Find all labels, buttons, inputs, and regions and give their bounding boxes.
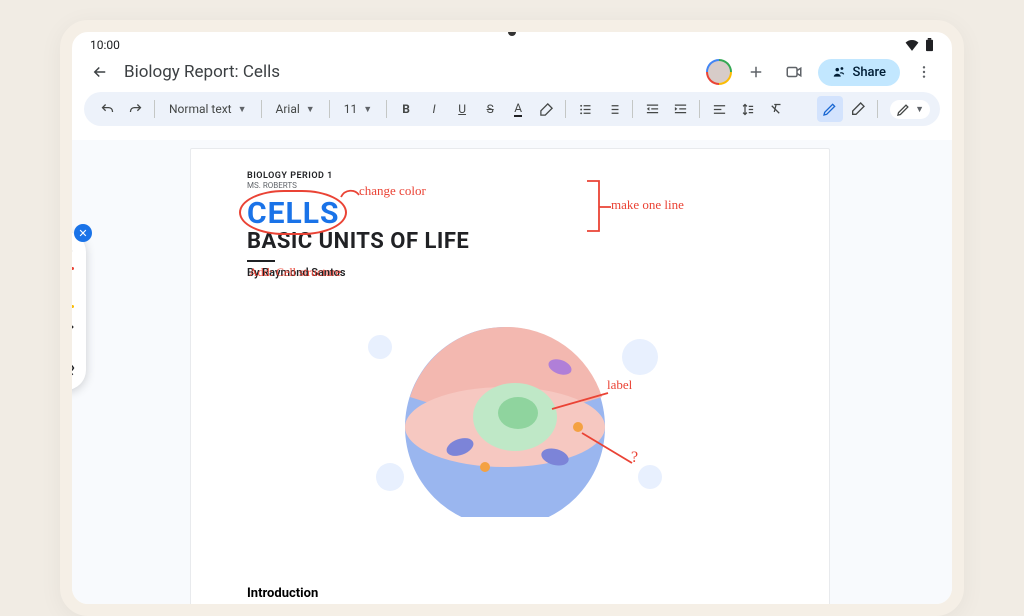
italic-button[interactable]: I	[421, 96, 447, 122]
back-button[interactable]	[86, 58, 114, 86]
underline-button[interactable]: U	[449, 96, 475, 122]
teacher-line: MS. ROBERTS	[247, 181, 773, 190]
pen-red-button[interactable]	[60, 242, 78, 266]
meet-icon[interactable]	[780, 58, 808, 86]
title-rule	[247, 260, 275, 262]
annotation-arrow-1	[339, 187, 361, 201]
strikethrough-button[interactable]: S	[477, 96, 503, 122]
annotation-make-one-line: make one line	[611, 197, 684, 213]
status-time: 10:00	[90, 38, 120, 52]
more-menu[interactable]	[910, 58, 938, 86]
document-title[interactable]: Biology Report: Cells	[124, 62, 280, 82]
annotation-change-color: change color	[359, 183, 426, 199]
font-family-dropdown[interactable]: Arial▼	[268, 96, 323, 122]
highlighter-button[interactable]	[60, 280, 78, 304]
share-button[interactable]: Share	[818, 59, 900, 86]
section-heading-intro: Introduction	[247, 586, 318, 601]
eraser-button[interactable]	[60, 318, 78, 342]
highlight-button[interactable]	[533, 96, 559, 122]
markup-eraser-button[interactable]	[845, 96, 871, 122]
visibility-off-button[interactable]	[60, 356, 78, 380]
redo-button[interactable]	[122, 96, 148, 122]
bold-button[interactable]: B	[393, 96, 419, 122]
cell-diagram	[350, 297, 670, 517]
annotation-question: ?	[631, 449, 638, 467]
app-header: Biology Report: Cells Share	[72, 54, 952, 92]
annotation-add-structure: Add: Cell structure	[249, 265, 341, 280]
tablet-frame: 10:00 Biology Report: Cells Share	[60, 20, 964, 616]
annotation-label: label	[607, 377, 632, 393]
bulleted-list-button[interactable]	[572, 96, 598, 122]
title-cells: CELLS	[247, 196, 339, 231]
share-label: Share	[852, 65, 886, 80]
undo-button[interactable]	[94, 96, 120, 122]
indent-increase-button[interactable]	[667, 96, 693, 122]
palette-close-button[interactable]: ✕	[74, 224, 92, 242]
line-spacing-button[interactable]	[734, 96, 760, 122]
pen-palette: ✕	[60, 232, 86, 390]
camera-dot	[508, 28, 516, 36]
document-page[interactable]: BIOLOGY PERIOD 1 MS. ROBERTS CELLS BASIC…	[190, 148, 830, 604]
wifi-icon	[905, 39, 919, 51]
annotation-bracket	[585, 177, 615, 237]
format-toolbar: Normal text▼ Arial▼ 11▼ B I U S A ▼	[84, 92, 940, 126]
title-subtitle: BASIC UNITS OF LIFE	[247, 229, 773, 254]
text-color-button[interactable]: A	[505, 96, 531, 122]
course-line: BIOLOGY PERIOD 1	[247, 171, 773, 181]
markup-pen-button[interactable]	[817, 96, 843, 122]
paragraph-style-dropdown[interactable]: Normal text▼	[161, 96, 255, 122]
indent-decrease-button[interactable]	[639, 96, 665, 122]
battery-icon	[925, 38, 934, 52]
document-canvas[interactable]: BIOLOGY PERIOD 1 MS. ROBERTS CELLS BASIC…	[72, 140, 952, 604]
clear-formatting-button[interactable]	[762, 96, 788, 122]
font-size-dropdown[interactable]: 11▼	[336, 96, 380, 122]
add-button[interactable]	[742, 58, 770, 86]
avatar[interactable]	[706, 59, 732, 85]
numbered-list-button[interactable]	[600, 96, 626, 122]
edit-mode-dropdown[interactable]: ▼	[890, 100, 930, 119]
align-button[interactable]	[706, 96, 732, 122]
